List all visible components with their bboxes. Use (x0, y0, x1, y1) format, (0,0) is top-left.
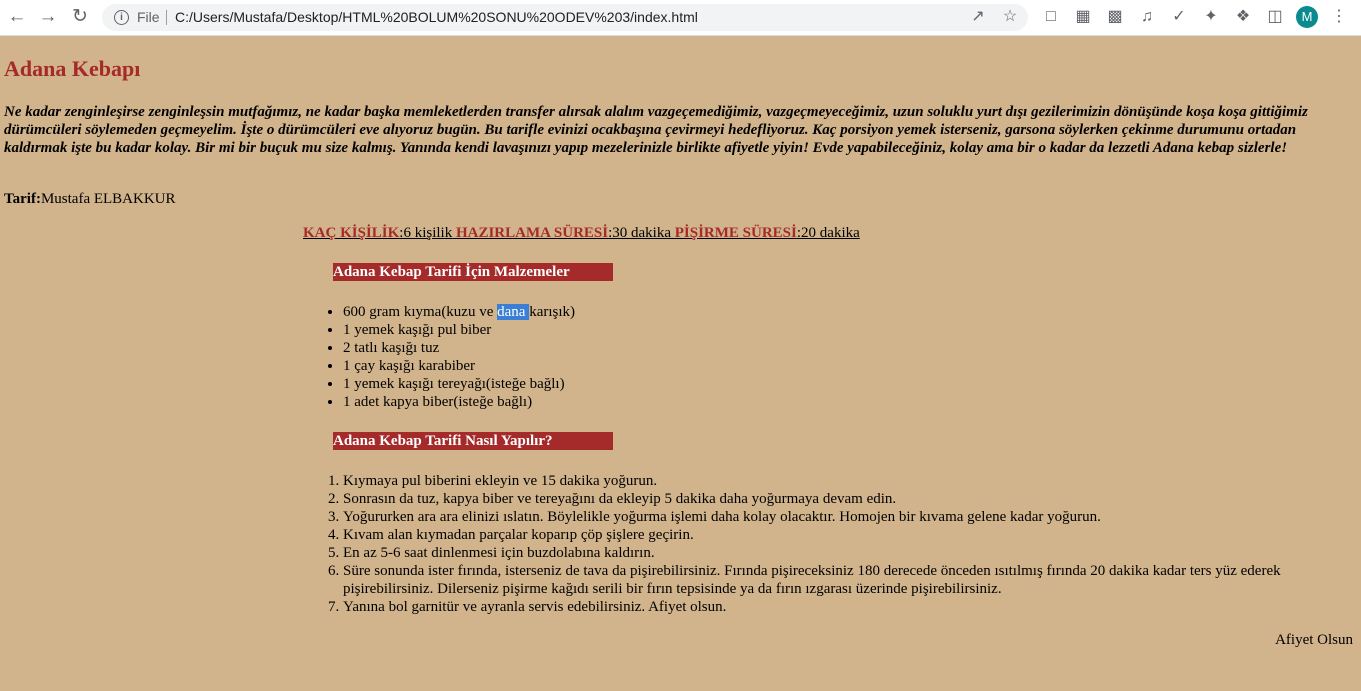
steps-heading: Adana Kebap Tarifi Nasıl Yapılır? (333, 432, 613, 450)
list-item: Yoğururken ara ara elinizi ıslatın. Böyl… (343, 508, 1361, 526)
ingredient-text: 600 gram kıyma(kuzu ve (343, 304, 498, 320)
author-name: Mustafa ELBAKKUR (40, 191, 176, 207)
profile-avatar[interactable]: M (1296, 6, 1318, 28)
recipe-author: Tarif:Mustafa ELBAKKUR (4, 191, 176, 208)
eyedropper-icon[interactable]: ✓ (1169, 7, 1189, 27)
list-item: 1 adet kapya biber(isteğe bağlı) (343, 393, 575, 411)
prep-time-label: HAZIRLAMA SÜRESİ (455, 225, 609, 241)
bolt-extension-icon[interactable]: ✦ (1201, 7, 1221, 27)
servings-label: KAÇ KİŞİLİK (303, 225, 400, 241)
file-label: File (137, 9, 160, 25)
cook-time-label: PİŞİRME SÜRESİ (674, 225, 797, 241)
ingredients-heading: Adana Kebap Tarifi İçin Malzemeler (333, 263, 613, 281)
forward-arrow-icon[interactable]: → (37, 6, 59, 28)
list-item: Kıvam alan kıymadan parçalar koparıp çöp… (343, 526, 1361, 544)
info-icon[interactable]: i (114, 10, 129, 25)
author-label: Tarif: (4, 191, 41, 207)
list-item: 600 gram kıyma(kuzu ve dana karışık) (343, 303, 575, 321)
side-panel-icon[interactable]: ◫ (1265, 7, 1285, 27)
footer-text: Afiyet Olsun (1275, 632, 1353, 648)
recipe-meta: KAÇ KİŞİLİK:6 kişilik HAZIRLAMA SÜRESİ:3… (303, 225, 860, 242)
grid-extension-icon[interactable]: ▩ (1105, 7, 1125, 27)
browser-toolbar: ← → ↻ i File C:/Users/Mustafa/Desktop/HT… (0, 0, 1361, 36)
page-title: Adana Kebapı (4, 56, 141, 81)
bookmark-star-icon[interactable]: ☆ (1000, 7, 1020, 27)
list-item: 1 yemek kaşığı tereyağı(isteğe bağlı) (343, 375, 575, 393)
list-item: Sonrasın da tuz, kapya biber ve tereyağı… (343, 490, 1361, 508)
share-icon[interactable]: ↗ (968, 7, 988, 27)
film-icon[interactable]: ▦ (1073, 7, 1093, 27)
address-bar[interactable]: i File C:/Users/Mustafa/Desktop/HTML%20B… (102, 4, 1028, 31)
extension-page-icon[interactable]: □ (1041, 7, 1061, 27)
list-item: En az 5-6 saat dinlenmesi için buzdolabı… (343, 544, 1361, 562)
menu-dots-icon[interactable]: ⋮ (1329, 7, 1349, 27)
selected-text: dana (497, 304, 530, 320)
list-item: Kıymaya pul biberini ekleyin ve 15 dakik… (343, 472, 1361, 490)
list-item: 2 tatlı kaşığı tuz (343, 339, 575, 357)
ingredients-list: 600 gram kıyma(kuzu ve dana karışık) 1 y… (303, 303, 575, 411)
extensions-puzzle-icon[interactable]: ❖ (1233, 7, 1253, 27)
list-item: Süre sonunda ister fırında, isterseniz d… (343, 562, 1361, 598)
reload-icon[interactable]: ↻ (69, 6, 91, 28)
url-text[interactable]: C:/Users/Mustafa/Desktop/HTML%20BOLUM%20… (175, 9, 698, 25)
divider (166, 10, 167, 25)
intro-paragraph: Ne kadar zenginleşirse zenginleşsin mutf… (4, 104, 1308, 156)
ingredient-text: karışık) (529, 304, 576, 320)
cook-time-value: :20 dakika (796, 225, 860, 241)
gift-extension-icon[interactable]: ♫ (1137, 7, 1157, 27)
page-content: Adana Kebapı Ne kadar zenginleşirse zeng… (0, 36, 1361, 691)
servings-value: :6 kişilik (399, 225, 453, 241)
steps-list: Kıymaya pul biberini ekleyin ve 15 dakik… (303, 472, 1361, 616)
list-item: Yanına bol garnitür ve ayranla servis ed… (343, 598, 1361, 616)
prep-time-value: :30 dakika (608, 225, 671, 241)
list-item: 1 yemek kaşığı pul biber (343, 321, 575, 339)
list-item: 1 çay kaşığı karabiber (343, 357, 575, 375)
back-arrow-icon[interactable]: ← (6, 6, 28, 28)
